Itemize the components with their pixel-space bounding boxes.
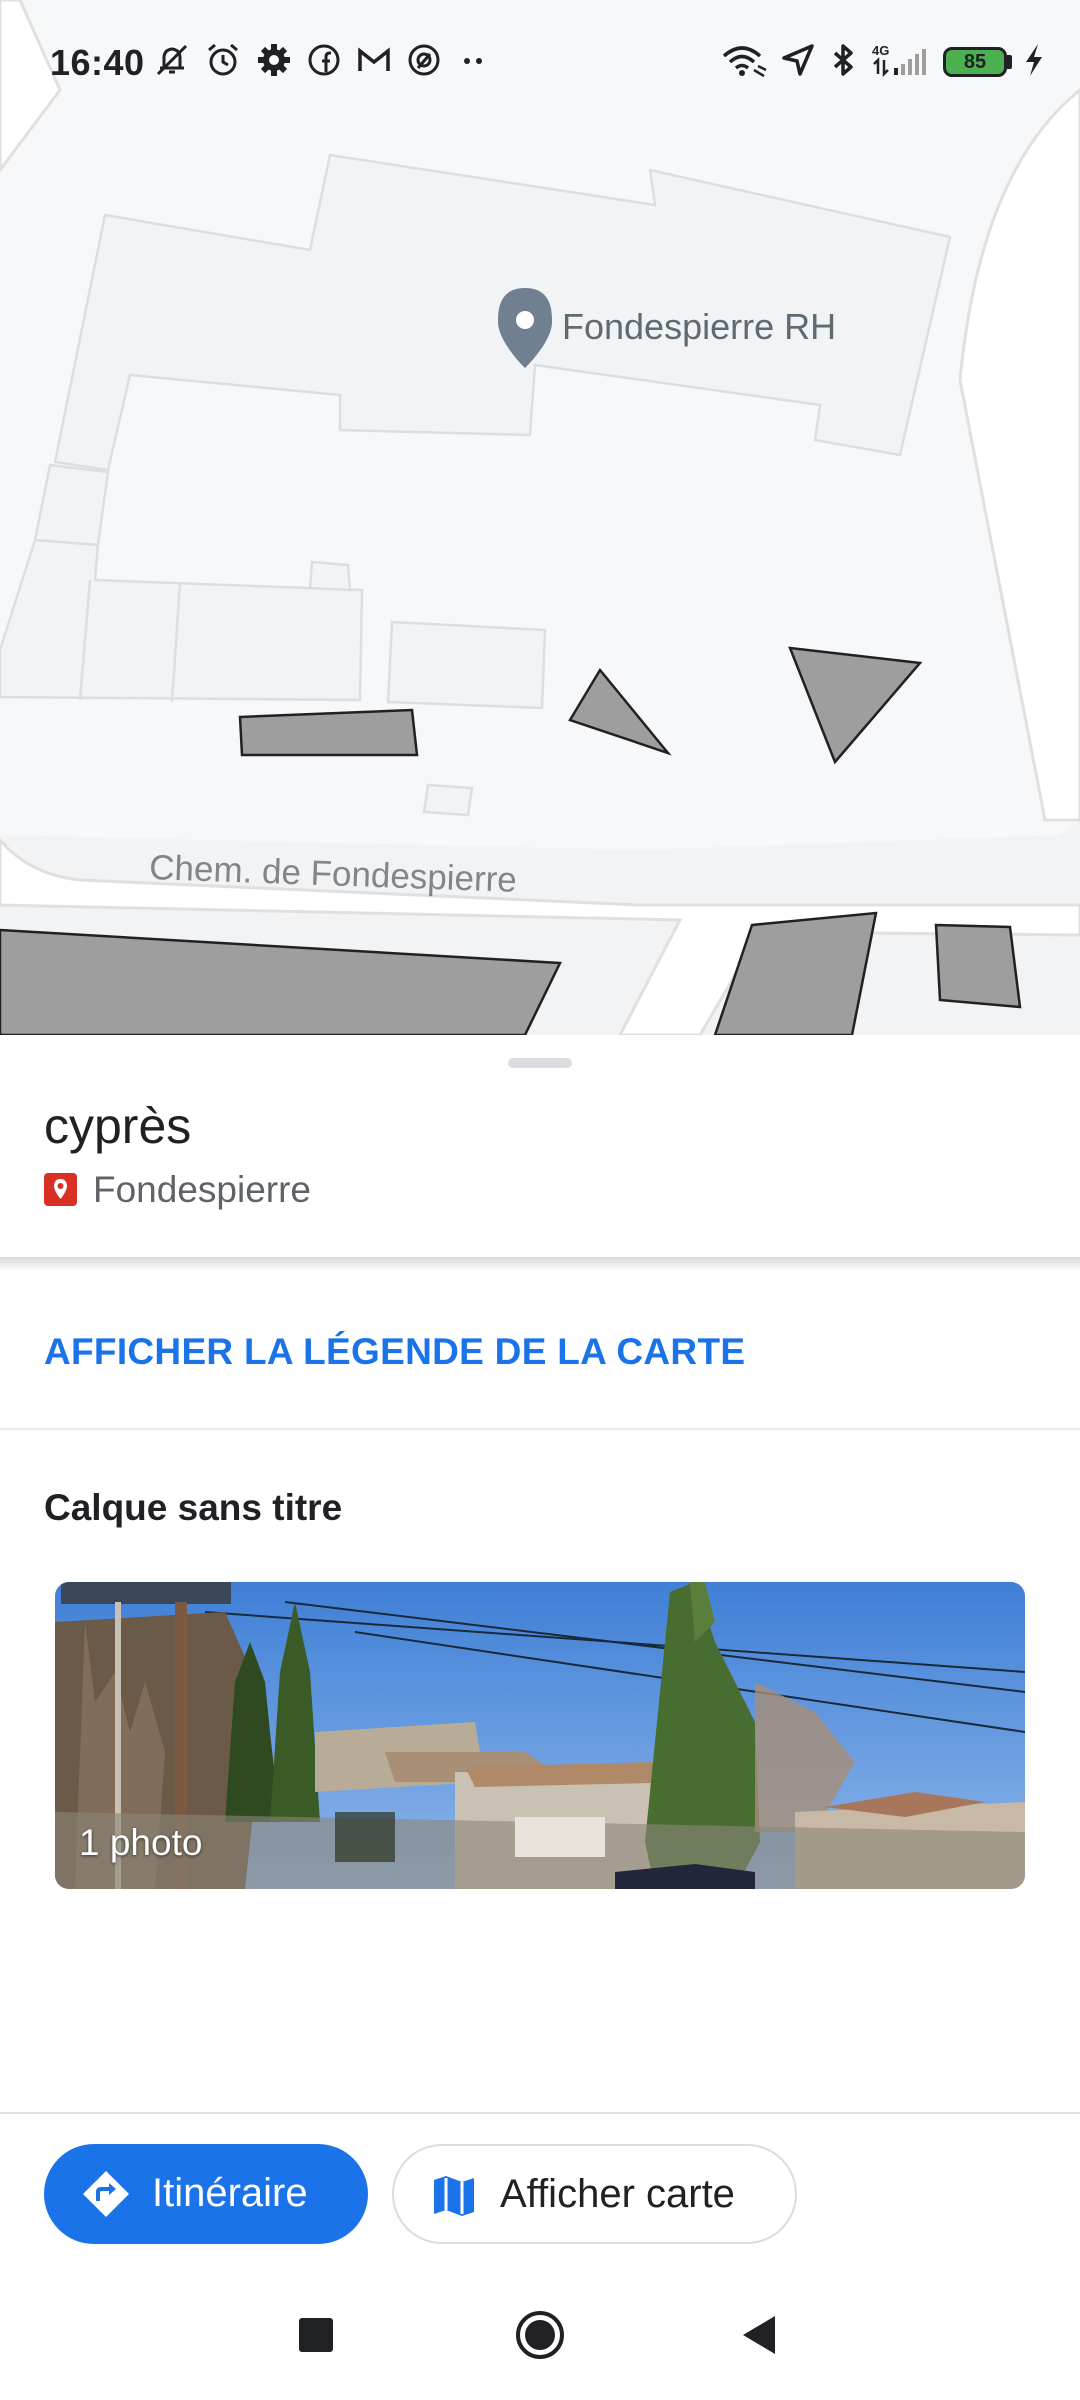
map-building (386, 620, 547, 710)
map-building (308, 560, 352, 592)
show-map-legend-link[interactable]: AFFICHER LA LÉGENDE DE LA CARTE (44, 1331, 745, 1373)
facebook-icon (308, 44, 340, 76)
drawn-shape (934, 923, 1022, 1009)
map-building (422, 783, 474, 817)
directions-label: Itinéraire (152, 2171, 308, 2215)
wifi-icon (722, 46, 767, 78)
location-arrow-icon (782, 44, 814, 76)
drawn-shape (238, 708, 419, 757)
photo-count-label: 1 photo (79, 1822, 203, 1863)
battery-icon: 85 (943, 47, 1007, 77)
action-bar: Itinéraire Afficher carte (0, 2112, 1080, 2270)
signal-icon: 4G (872, 43, 926, 78)
place-title: cyprès (44, 1098, 192, 1154)
home-icon[interactable] (505, 2300, 575, 2370)
map-place-label[interactable]: Fondespierre RH (562, 306, 836, 348)
layer-title: Calque sans titre (44, 1487, 343, 1528)
place-location: Fondespierre (93, 1169, 312, 1210)
bluetooth-icon (833, 44, 853, 76)
drag-handle[interactable] (508, 1058, 572, 1068)
back-icon[interactable] (725, 2300, 795, 2370)
app-notification-icon (408, 44, 440, 76)
gear-icon (258, 44, 290, 76)
bell-off-icon (156, 44, 188, 76)
drawn-shape (0, 928, 562, 1035)
status-bar: 16:40 4G 85 (0, 0, 1080, 130)
directions-button[interactable]: Itinéraire (44, 2144, 368, 2244)
battery-tip (1007, 55, 1012, 69)
photo-thumbnail[interactable]: 1 photo (55, 1582, 1025, 1889)
system-navigation-bar (0, 2270, 1080, 2400)
charging-icon (1026, 44, 1042, 76)
battery-level: 85 (963, 51, 987, 73)
section-shadow (0, 1257, 1080, 1271)
network-type-label: 4G (872, 43, 889, 58)
more-dots-icon (464, 58, 482, 64)
map-pin-icon (44, 1173, 77, 1206)
show-map-button[interactable]: Afficher carte (392, 2144, 797, 2244)
alarm-icon (208, 43, 238, 76)
map-view[interactable]: Fondespierre RH Chem. de Fondespierre (0, 0, 1080, 1035)
divider (0, 1428, 1080, 1430)
map-icon (434, 2176, 474, 2216)
show-map-label: Afficher carte (500, 2172, 735, 2216)
place-details-sheet: cyprès Fondespierre AFFICHER LA LÉGENDE … (0, 1035, 1080, 2118)
directions-icon (83, 2171, 129, 2217)
recent-apps-icon[interactable] (281, 2300, 351, 2370)
gmail-icon (358, 47, 390, 71)
status-time: 16:40 (50, 42, 145, 83)
